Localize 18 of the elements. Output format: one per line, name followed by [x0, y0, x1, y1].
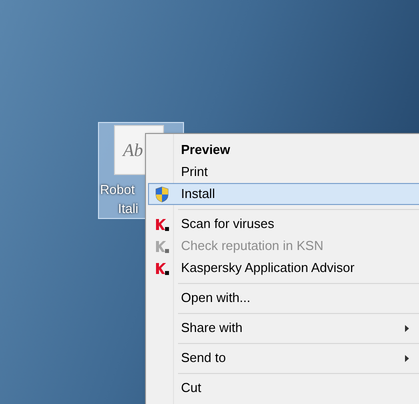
- k-letter-icon: [155, 240, 169, 252]
- menu-item[interactable]: Open with...: [148, 287, 419, 309]
- menu-item[interactable]: Send to: [148, 347, 419, 369]
- file-name-label: Robot: [100, 182, 135, 198]
- submenu-arrow-icon: [405, 324, 409, 332]
- menu-item[interactable]: Cut: [148, 377, 419, 399]
- shield-icon: [154, 186, 170, 202]
- menu-item[interactable]: Print: [148, 161, 419, 183]
- file-name-label: Itali: [118, 201, 138, 217]
- menu-item[interactable]: Preview: [148, 139, 419, 161]
- k-letter-icon: [155, 218, 169, 230]
- submenu-arrow-icon: [405, 354, 409, 362]
- menu-item[interactable]: Kaspersky Application Advisor: [148, 257, 419, 279]
- k-letter-icon: [155, 262, 169, 274]
- font-preview-text: Ab: [123, 138, 143, 162]
- menu-item[interactable]: Scan for viruses: [148, 213, 419, 235]
- menu-item[interactable]: Share with: [148, 317, 419, 339]
- menu-item[interactable]: Install: [148, 183, 419, 205]
